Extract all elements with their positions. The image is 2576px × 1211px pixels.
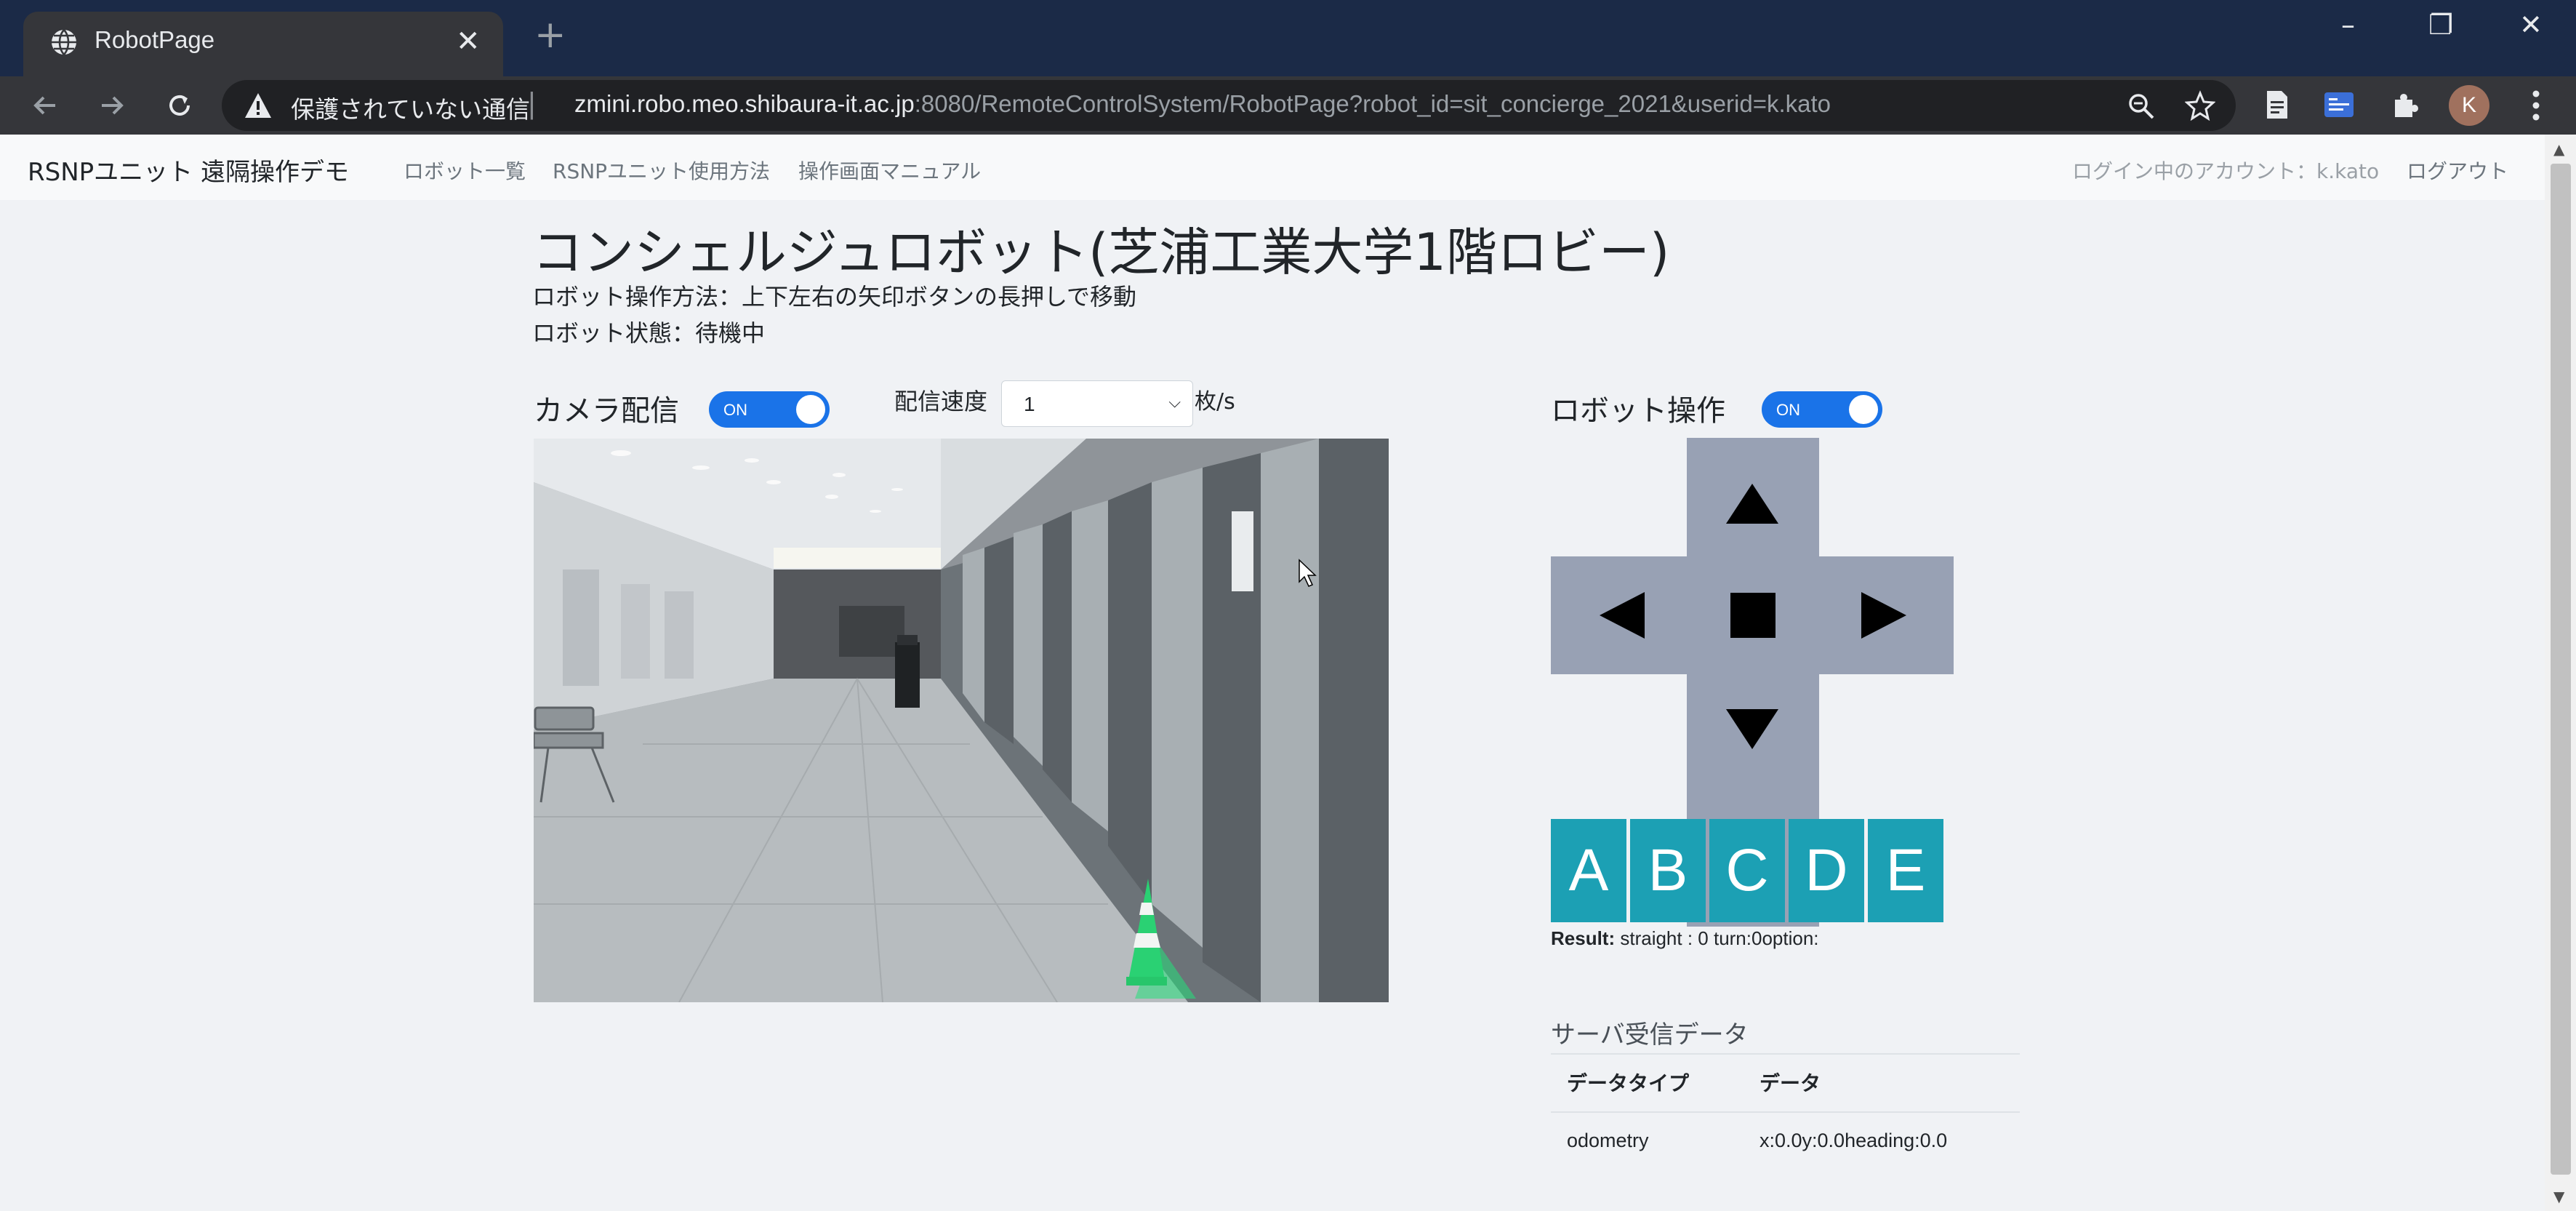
table-cell-data: x:0.0y:0.0heading:0.0 <box>1760 1130 1948 1151</box>
account-label: ログイン中のアカウント：k.kato <box>2072 159 2380 183</box>
server-data-title: サーバ受信データ <box>1551 1020 1749 1050</box>
control-result: Result: straight : 0 turn:0option: <box>1551 927 1819 950</box>
camera-toggle-text: ON <box>723 401 747 419</box>
document-extension-icon[interactable] <box>2264 89 2290 120</box>
nav-link-robot-list[interactable]: ロボット一覧 <box>404 156 526 185</box>
robot-control-toggle[interactable]: ON <box>1762 391 1882 428</box>
option-button-c[interactable]: C <box>1709 819 1785 922</box>
new-tab-button[interactable]: + <box>534 13 566 57</box>
camera-toggle[interactable]: ON <box>709 391 830 428</box>
url-host: zmini.robo.meo.shibaura-it.ac.jp <box>574 90 915 117</box>
table-header-type: データタイプ <box>1567 1071 1690 1095</box>
logout-link[interactable]: ログアウト <box>2407 156 2508 185</box>
option-button-e[interactable]: E <box>1868 819 1943 922</box>
chevron-down-icon: ⌵ <box>1168 393 1181 411</box>
table-header-data: データ <box>1760 1071 1821 1095</box>
robot-toggle-text: ON <box>1776 401 1800 419</box>
tab-close-icon[interactable]: ✕ <box>456 25 481 58</box>
toggle-knob <box>1849 395 1878 424</box>
puzzle-extension-icon[interactable] <box>2391 89 2421 120</box>
restore-button[interactable]: ❐ <box>2428 9 2453 41</box>
browser-tab[interactable]: RobotPage ✕ <box>23 12 503 76</box>
stop-button[interactable] <box>1701 572 1803 659</box>
result-label: Result: <box>1551 927 1616 949</box>
security-status-label[interactable]: 保護されていない通信 <box>291 90 530 125</box>
url-separator: | <box>527 87 537 119</box>
nav-link-manual[interactable]: 操作画面マニュアル <box>798 156 981 185</box>
frame-rate-label: 配信速度 <box>894 388 988 415</box>
result-value: straight : 0 turn:0option: <box>1615 927 1819 949</box>
table-divider <box>1551 1053 2020 1055</box>
window-close-button[interactable]: ✕ <box>2519 9 2543 41</box>
camera-image <box>534 439 1389 1002</box>
tab-title: RobotPage <box>95 26 215 53</box>
toggle-knob <box>796 395 825 424</box>
table-divider <box>1551 1111 2020 1113</box>
operation-instructions: ロボット操作方法：上下左右の矢印ボタンの長押しで移動 <box>532 283 1137 311</box>
browser-titlebar: RobotPage ✕ + – ❐ ✕ <box>0 0 2576 76</box>
option-button-b[interactable]: B <box>1630 819 1706 922</box>
nav-link-rsnp-usage[interactable]: RSNPユニット使用方法 <box>553 156 770 185</box>
page-scrollbar[interactable]: ▲ ▼ <box>2545 135 2576 1211</box>
address-bar[interactable]: 保護されていない通信 | zmini.robo.meo.shibaura-it.… <box>222 80 2236 131</box>
frame-rate-select[interactable]: 1 ⌵ <box>1001 380 1193 427</box>
arrow-up-button[interactable] <box>1701 455 1803 542</box>
robot-control-label: ロボット操作 <box>1551 394 1725 428</box>
browser-toolbar: 保護されていない通信 | zmini.robo.meo.shibaura-it.… <box>0 76 2576 135</box>
arrow-down-button[interactable] <box>1701 687 1803 775</box>
profile-avatar[interactable]: K <box>2449 85 2489 126</box>
page-title: コンシェルジュロボット(芝浦工業大学1階ロビー) <box>532 223 1670 282</box>
bookmark-star-icon[interactable] <box>2185 90 2215 121</box>
warning-icon[interactable] <box>244 92 273 119</box>
navbar-brand[interactable]: RSNPユニット 遠隔操作デモ <box>28 152 349 188</box>
globe-icon <box>52 29 76 55</box>
robot-status: ロボット状態：待機中 <box>532 319 766 347</box>
scroll-down-icon[interactable]: ▼ <box>2553 1188 2564 1205</box>
back-arrow-icon[interactable] <box>29 89 61 121</box>
frame-rate-value: 1 <box>1024 393 1035 415</box>
forward-arrow-icon[interactable] <box>96 89 128 121</box>
minimize-button[interactable]: – <box>2341 9 2355 41</box>
frame-rate-unit: 枚/s <box>1195 389 1235 415</box>
option-button-a[interactable]: A <box>1551 819 1626 922</box>
more-menu-icon[interactable] <box>2532 89 2540 121</box>
camera-stream <box>534 439 1389 1002</box>
option-button-d[interactable]: D <box>1789 819 1864 922</box>
url-text[interactable]: zmini.robo.meo.shibaura-it.ac.jp:8080/Re… <box>574 90 1831 118</box>
translate-extension-icon[interactable] <box>2323 89 2355 120</box>
scroll-up-icon[interactable]: ▲ <box>2553 140 2564 158</box>
web-page: RSNPユニット 遠隔操作デモ ロボット一覧 RSNPユニット使用方法 操作画面… <box>0 135 2545 1211</box>
zoom-icon[interactable] <box>2127 92 2156 121</box>
scroll-thumb[interactable] <box>2551 164 2571 1175</box>
table-cell-type: odometry <box>1567 1130 1649 1151</box>
reload-icon[interactable] <box>164 89 196 121</box>
arrow-left-button[interactable] <box>1563 572 1665 659</box>
arrow-right-button[interactable] <box>1839 572 1941 659</box>
site-navbar: RSNPユニット 遠隔操作デモ ロボット一覧 RSNPユニット使用方法 操作画面… <box>0 135 2545 200</box>
camera-label: カメラ配信 <box>534 394 679 428</box>
url-path: :8080/RemoteControlSystem/RobotPage?robo… <box>914 90 1831 117</box>
